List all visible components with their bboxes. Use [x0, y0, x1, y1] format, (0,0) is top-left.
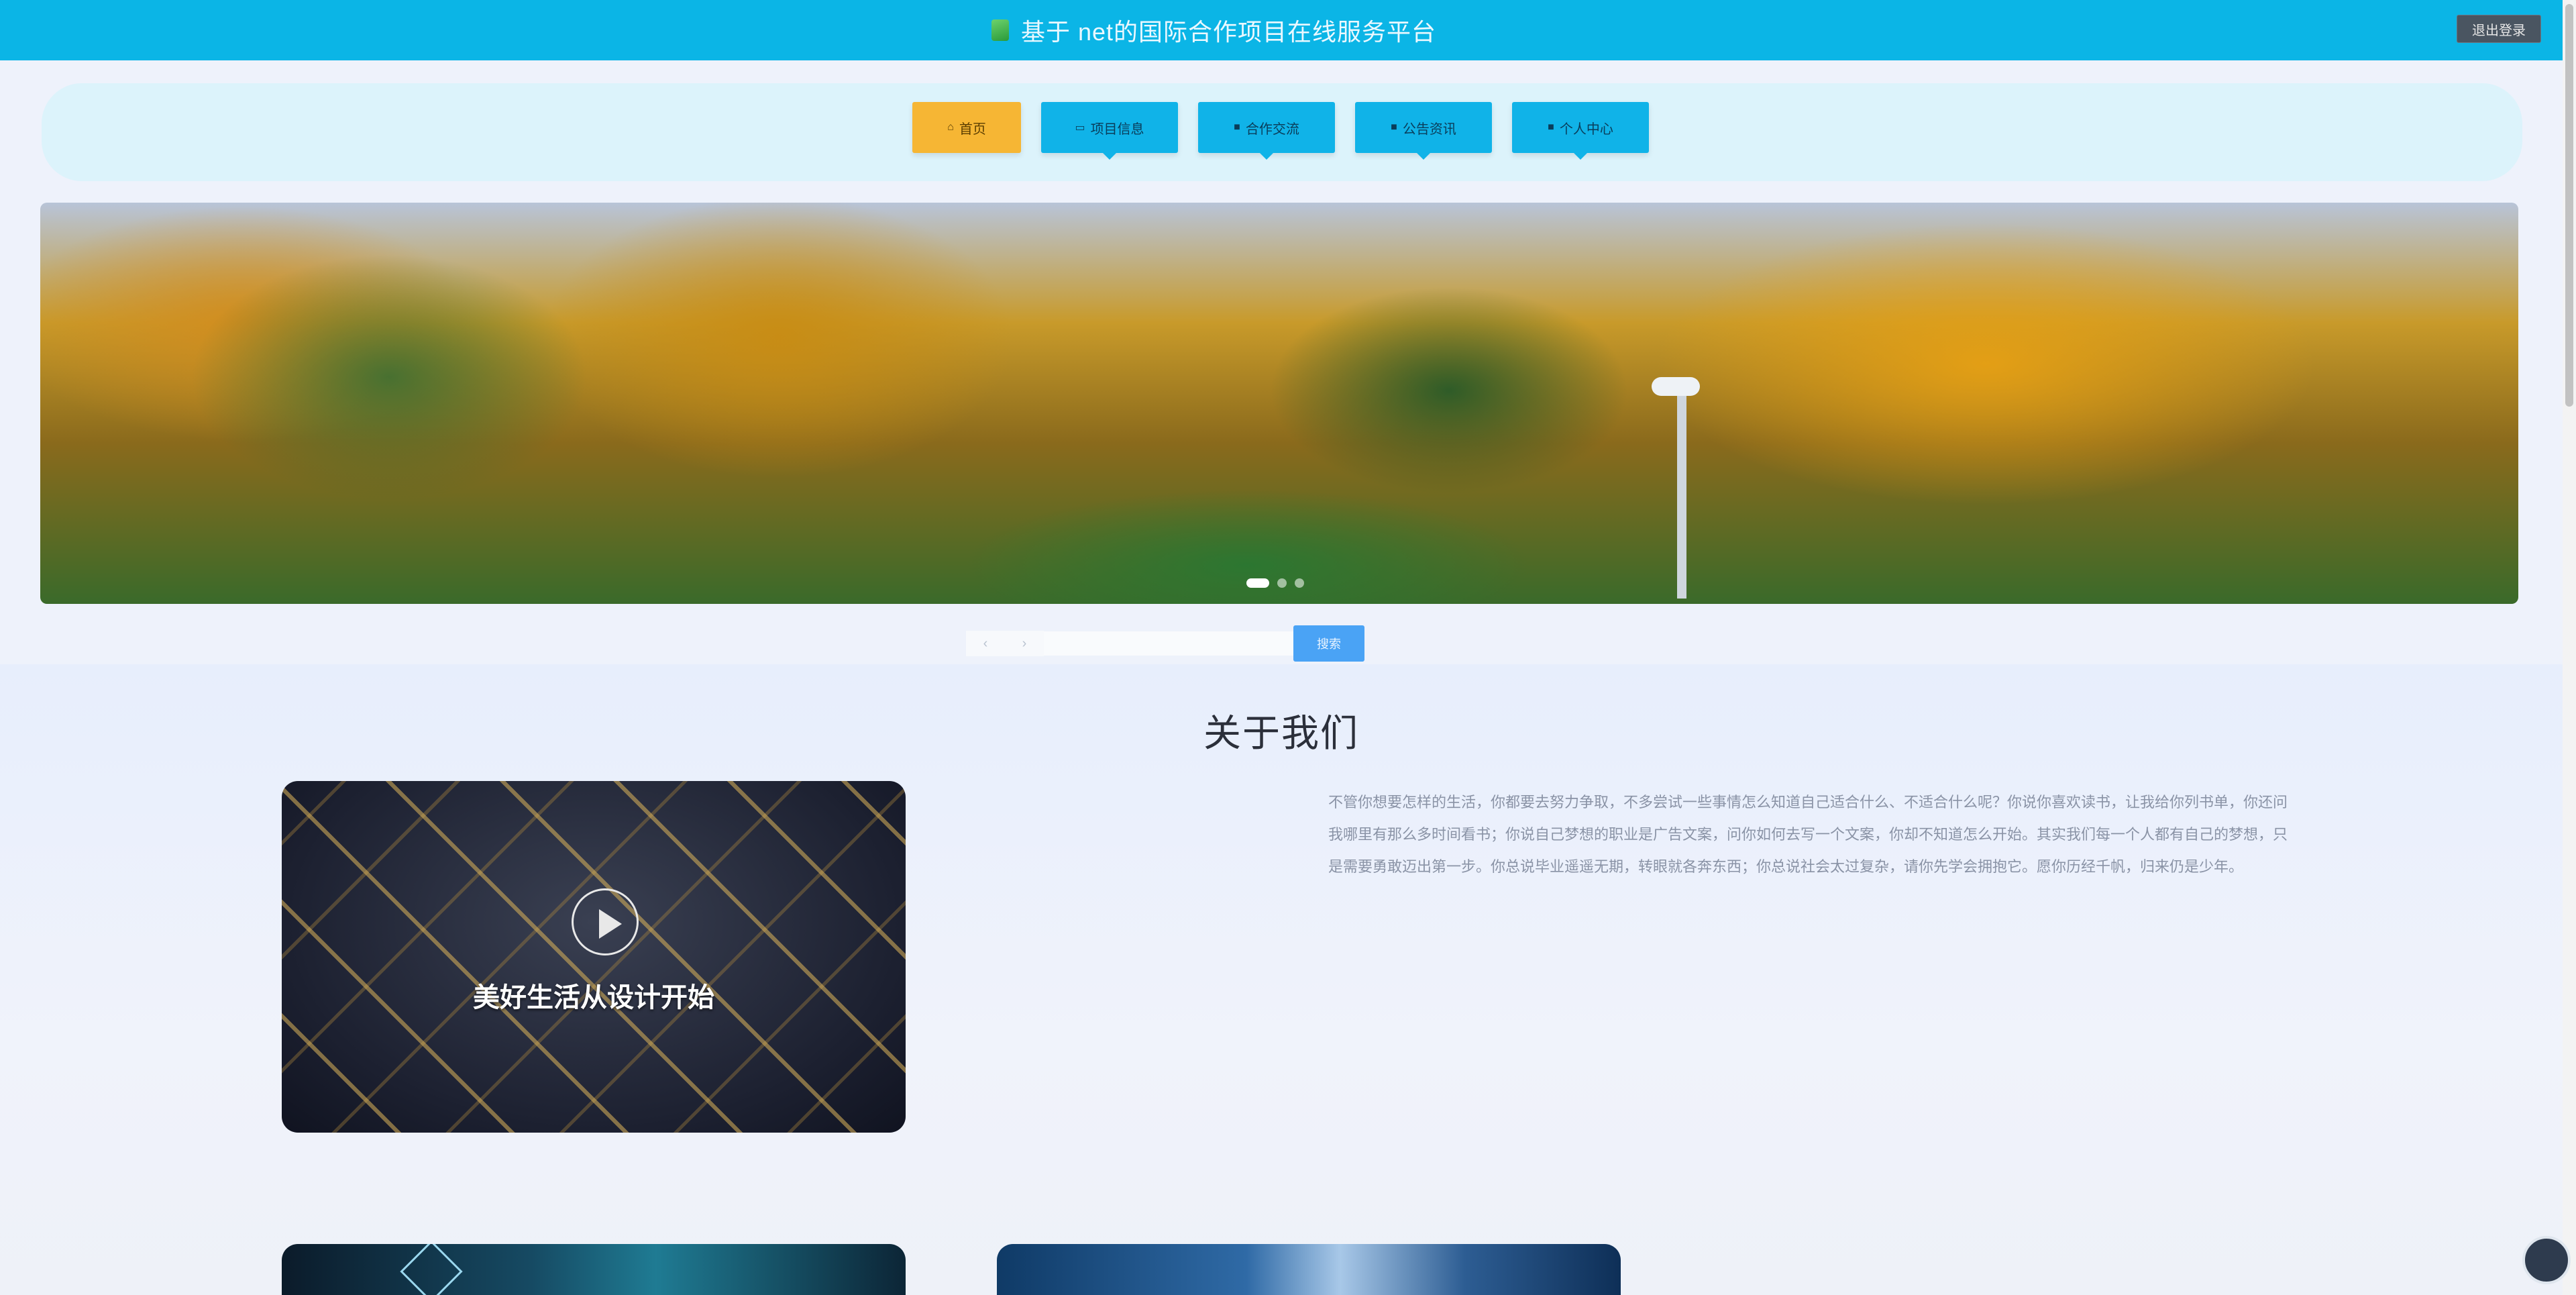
carousel-dot[interactable]: [1246, 578, 1269, 588]
nav-item-exchange[interactable]: ■ 合作交流: [1198, 102, 1335, 160]
site-title: 基于 net的国际合作项目在线服务平台: [1021, 18, 1437, 46]
card-image-detail: [400, 1244, 463, 1295]
about-video-card[interactable]: 美好生活从设计开始: [282, 781, 906, 1133]
nav-item-label: 首页: [959, 121, 986, 137]
floating-assistant-button[interactable]: [2522, 1236, 2571, 1284]
feature-card[interactable]: [997, 1244, 1621, 1295]
banner-image-detail: [1677, 384, 1686, 599]
about-card-caption: 美好生活从设计开始: [473, 983, 714, 1013]
logout-button[interactable]: 退出登录: [2457, 15, 2541, 43]
chevron-right-icon[interactable]: ›: [1005, 631, 1044, 656]
nav-item-news[interactable]: ■ 公告资讯: [1355, 102, 1492, 160]
carousel-dot[interactable]: [1277, 578, 1287, 588]
search-input[interactable]: [1044, 631, 1293, 656]
scrollbar-thumb[interactable]: [2565, 4, 2573, 407]
page-scrollbar[interactable]: [2563, 0, 2576, 1295]
feature-card[interactable]: [282, 1244, 906, 1295]
nav-item-label: 合作交流: [1245, 121, 1299, 137]
about-paragraph: 不管你想要怎样的生活，你都要去努力争取，不多尝试一些事情怎么知道自己适合什么、不…: [1328, 794, 2288, 875]
search-button[interactable]: 搜索: [1293, 625, 1364, 662]
carousel-indicators: [1246, 578, 1304, 588]
square-icon: ■: [1548, 121, 1554, 133]
doc-icon: ▭: [1075, 122, 1085, 134]
home-icon: ⌂: [947, 121, 954, 133]
carousel-dot[interactable]: [1295, 578, 1304, 588]
main-nav: ⌂ 首页 ▭ 项目信息 ■ 合作交流 ■ 公告资讯 ■ 个人中心: [42, 83, 2522, 181]
square-icon: ■: [1234, 121, 1240, 133]
nav-item-label: 公告资讯: [1402, 121, 1456, 137]
banner-image-detail: [1652, 377, 1700, 396]
nav-item-home[interactable]: ⌂ 首页: [912, 102, 1021, 153]
site-title-group: 基于 net的国际合作项目在线服务平台: [991, 15, 1436, 46]
nav-item-profile[interactable]: ■ 个人中心: [1512, 102, 1649, 160]
square-icon: ■: [1391, 121, 1397, 133]
chevron-left-icon[interactable]: ‹: [966, 631, 1005, 656]
about-heading: 关于我们: [1203, 712, 1359, 754]
hero-carousel[interactable]: [40, 203, 2518, 604]
nav-item-projects[interactable]: ▭ 项目信息: [1041, 102, 1178, 160]
nav-item-label: 个人中心: [1559, 121, 1613, 137]
nav-item-label: 项目信息: [1090, 121, 1144, 137]
top-header-bar: 基于 net的国际合作项目在线服务平台 退出登录: [0, 0, 2563, 60]
search-bar: ‹ › 搜索: [966, 625, 1364, 662]
app-logo-icon: [991, 19, 1009, 41]
play-icon[interactable]: [572, 888, 639, 955]
